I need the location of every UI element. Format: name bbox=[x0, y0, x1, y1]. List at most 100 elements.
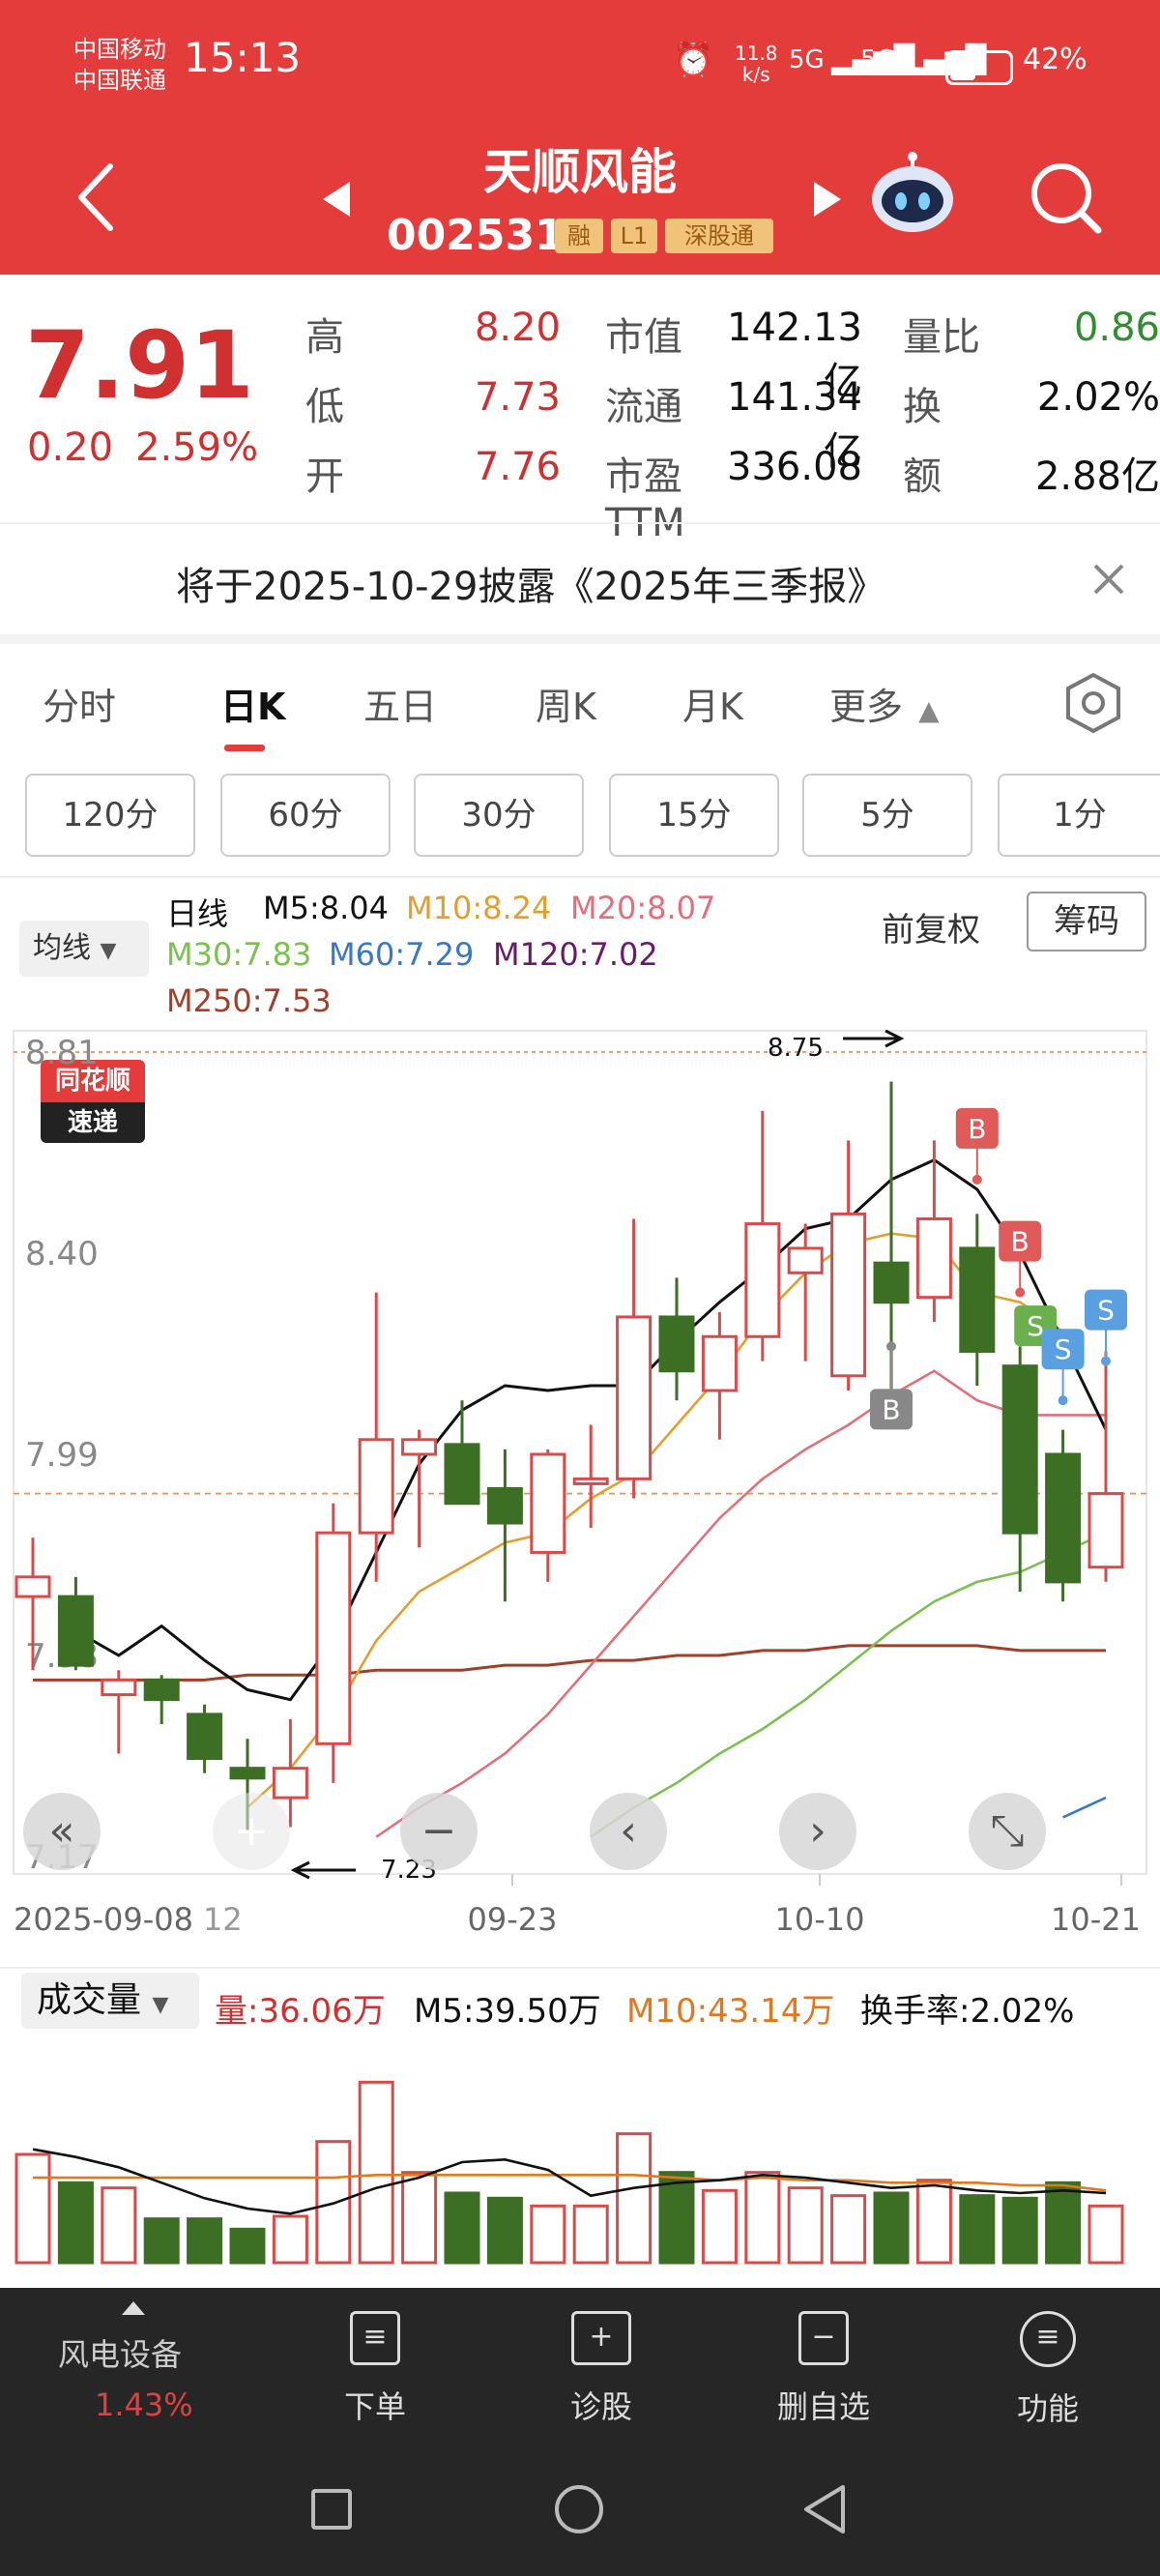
interval-120min-button[interactable]: 120分 bbox=[25, 774, 195, 857]
candle-down[interactable] bbox=[57, 1595, 94, 1667]
candle-up[interactable] bbox=[530, 1452, 566, 1554]
volume-bar[interactable] bbox=[616, 2132, 652, 2265]
candle-down[interactable] bbox=[187, 1712, 223, 1761]
candle-up[interactable] bbox=[1088, 1492, 1124, 1569]
candle-up[interactable] bbox=[915, 1216, 952, 1300]
interval-1min-button[interactable]: 1分 bbox=[998, 774, 1160, 857]
volume-bar[interactable] bbox=[358, 2080, 394, 2265]
search-icon[interactable] bbox=[1027, 159, 1104, 236]
volume-bar[interactable] bbox=[830, 2194, 867, 2265]
high-marker-label: 8.75 bbox=[768, 1034, 824, 1063]
notice-banner[interactable]: 同花顺 速递 将于2025-10-29披露《2025年三季报》 bbox=[0, 522, 1160, 1143]
legend-m10: M10:8.24 bbox=[406, 890, 552, 926]
next-stock-icon[interactable] bbox=[812, 182, 841, 217]
y-tick-label: 8.40 bbox=[25, 1235, 99, 1273]
volume-indicator-selector[interactable]: 成交量 ▼ bbox=[21, 1973, 199, 2029]
tab-more[interactable]: 更多 ▲ bbox=[829, 677, 940, 730]
volume-bar[interactable] bbox=[14, 2152, 51, 2265]
diagnose-stock-button[interactable]: + 诊股 bbox=[534, 2311, 669, 2427]
indicator-selector[interactable]: 均线 ▼ bbox=[19, 921, 149, 977]
trade-mark-dot bbox=[1015, 1287, 1026, 1298]
volume-bar[interactable] bbox=[572, 2204, 609, 2265]
stat-value-v3-row2: 2.88亿 bbox=[1034, 454, 1160, 499]
x-axis-label: 2025-09-08 bbox=[14, 1901, 193, 1938]
volume-bar[interactable] bbox=[229, 2227, 266, 2265]
back-triangle-icon[interactable] bbox=[802, 2483, 847, 2535]
functions-button[interactable]: ≡ 功能 bbox=[980, 2311, 1116, 2429]
candle-down[interactable] bbox=[444, 1443, 480, 1506]
volume-bar[interactable] bbox=[915, 2179, 952, 2265]
candle-down[interactable] bbox=[229, 1767, 266, 1780]
candle-up[interactable] bbox=[787, 1246, 824, 1274]
carrier-2: 中国联通 bbox=[73, 67, 166, 94]
volume-bar[interactable] bbox=[1088, 2204, 1124, 2265]
interval-30min-button[interactable]: 30分 bbox=[414, 774, 584, 857]
volume-bar[interactable] bbox=[744, 2171, 781, 2265]
interval-60min-button[interactable]: 60分 bbox=[220, 774, 391, 857]
volume-dropdown-caret-icon: ▼ bbox=[152, 1993, 169, 2017]
candle-down[interactable] bbox=[1045, 1452, 1082, 1584]
volume-bar[interactable] bbox=[143, 2217, 180, 2265]
candle-down[interactable] bbox=[486, 1487, 523, 1525]
remove-watchlist-button[interactable]: − 删自选 bbox=[756, 2311, 891, 2427]
chip-distribution-button[interactable]: 筹码 bbox=[1027, 892, 1146, 951]
sector-expand-caret-icon[interactable] bbox=[122, 2301, 145, 2315]
tab-weekly-k[interactable]: 周K bbox=[536, 677, 596, 730]
volume-bar[interactable] bbox=[1045, 2181, 1082, 2265]
volume-bar[interactable] bbox=[787, 2186, 824, 2265]
volume-bar[interactable] bbox=[530, 2204, 566, 2265]
volume-bar[interactable] bbox=[57, 2181, 94, 2265]
candle-up[interactable] bbox=[358, 1438, 394, 1535]
volume-bar[interactable] bbox=[272, 2214, 308, 2265]
volume-bar[interactable] bbox=[444, 2191, 480, 2265]
candlestick-chart[interactable]: 8.818.407.997.587.178.757.23BBBSSS«+−‹›⤡… bbox=[0, 1019, 1160, 1938]
volume-bar[interactable] bbox=[1001, 2196, 1038, 2265]
tab-five-day[interactable]: 五日 bbox=[363, 677, 437, 730]
remove-minus-icon: − bbox=[798, 2311, 849, 2365]
place-order-button[interactable]: ≡ 下单 bbox=[307, 2311, 443, 2427]
trade-mark-label: S bbox=[1097, 1295, 1115, 1327]
stat-label-l1-row2: 开 bbox=[305, 454, 344, 499]
y-tick-label: 7.99 bbox=[25, 1436, 99, 1475]
scroll-right-icon: › bbox=[809, 1806, 826, 1856]
volume-bar[interactable] bbox=[401, 2171, 438, 2265]
robot-assistant-icon[interactable] bbox=[864, 151, 961, 238]
tab-intraday[interactable]: 分时 bbox=[43, 677, 116, 730]
zoom-out-icon: « bbox=[49, 1806, 75, 1856]
close-icon[interactable] bbox=[1092, 563, 1125, 596]
price-adjust-option[interactable]: 前复权 bbox=[882, 903, 980, 951]
candle-down[interactable] bbox=[658, 1315, 695, 1373]
candle-down[interactable] bbox=[143, 1678, 180, 1702]
interval-5min-button[interactable]: 5分 bbox=[802, 774, 972, 857]
volume-bar[interactable] bbox=[486, 2196, 523, 2265]
tab-daily-k[interactable]: 日K bbox=[220, 677, 285, 730]
candle-down[interactable] bbox=[873, 1261, 910, 1304]
candle-up[interactable] bbox=[272, 1767, 308, 1800]
home-icon[interactable] bbox=[555, 2485, 603, 2533]
candle-up[interactable] bbox=[315, 1531, 352, 1745]
candle-up[interactable] bbox=[401, 1438, 438, 1456]
volume-chart[interactable] bbox=[0, 2031, 1160, 2272]
volume-bar[interactable] bbox=[959, 2194, 996, 2265]
volume-bar[interactable] bbox=[187, 2217, 223, 2265]
volume-bar[interactable] bbox=[101, 2186, 137, 2265]
candle-down[interactable] bbox=[1001, 1364, 1038, 1535]
candle-down[interactable] bbox=[959, 1246, 996, 1353]
battery-level: 42% bbox=[1023, 43, 1088, 76]
candle-up[interactable] bbox=[616, 1315, 652, 1480]
sector-name[interactable]: 风电设备 bbox=[58, 2330, 182, 2375]
candle-up[interactable] bbox=[744, 1222, 781, 1338]
candle-up[interactable] bbox=[572, 1477, 609, 1485]
settings-hexagon-icon[interactable] bbox=[1061, 671, 1125, 735]
candle-up[interactable] bbox=[14, 1575, 51, 1598]
candle-up[interactable] bbox=[101, 1678, 137, 1697]
tab-monthly-k[interactable]: 月K bbox=[682, 677, 743, 730]
recent-apps-icon[interactable] bbox=[311, 2489, 352, 2530]
volume-bar[interactable] bbox=[873, 2191, 910, 2265]
volume-bar[interactable] bbox=[701, 2188, 738, 2265]
y-tick-label: 8.81 bbox=[25, 1034, 99, 1072]
volume-bar[interactable] bbox=[658, 2171, 695, 2265]
interval-15min-button[interactable]: 15分 bbox=[609, 774, 779, 857]
candle-up[interactable] bbox=[830, 1212, 867, 1378]
candle-up[interactable] bbox=[701, 1334, 738, 1392]
